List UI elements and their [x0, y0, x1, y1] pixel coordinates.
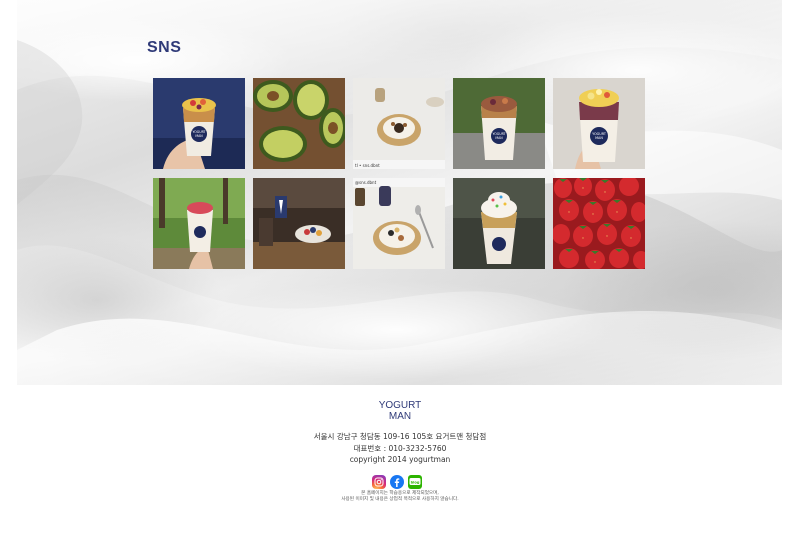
avocado-photo[interactable]: [253, 78, 345, 169]
fruit-yogurt-cup-photo-image: YOGURT MAN: [553, 78, 645, 169]
sns-photo-grid: YOGURT MAN tl • sns.dbnt YOGURT MAN YOGU…: [153, 78, 645, 269]
fruit-yogurt-cup-photo[interactable]: YOGURT MAN: [553, 78, 645, 169]
nut-bowl-photo-image: @sns.dbnt: [353, 178, 445, 269]
logo-text-top: YOGURT: [379, 400, 422, 411]
blog-icon[interactable]: blog: [408, 475, 422, 489]
fig-yogurt-cup-photo-image: YOGURT MAN: [453, 78, 545, 169]
blog-icon-label: blog: [411, 480, 420, 484]
park-yogurt-cup-photo-image: [153, 178, 245, 269]
blog-glyph: blog: [409, 478, 421, 485]
yogurt-cup-photo[interactable]: YOGURT MAN: [153, 78, 245, 169]
sns-section-title: SNS: [147, 39, 182, 56]
sprinkle-yogurt-cup-photo-image: [453, 178, 545, 269]
svg-text:MAN: MAN: [495, 136, 503, 140]
strawberries-photo-image: [553, 178, 645, 269]
instagram-glyph: [374, 477, 384, 487]
fig-yogurt-cup-photo[interactable]: YOGURT MAN: [453, 78, 545, 169]
footer-phone: 대표번호 : 010-3232-5760: [353, 444, 447, 453]
granola-bowl-photo[interactable]: tl • sns.dbnt: [353, 78, 445, 169]
granola-bowl-photo-image: tl • sns.dbnt: [353, 78, 445, 169]
instagram-icon[interactable]: [372, 475, 386, 489]
nut-bowl-photo[interactable]: @sns.dbnt: [353, 178, 445, 269]
footer-note-line-2: 사용된 이미지 및 내용은 상업적 목적으로 사용하지 않습니다.: [341, 497, 459, 502]
strawberries-photo[interactable]: [553, 178, 645, 269]
avocado-photo-image: [253, 78, 345, 169]
svg-text:MAN: MAN: [195, 134, 203, 138]
svg-text:MAN: MAN: [595, 136, 603, 140]
logo-text-bottom: MAN: [389, 411, 411, 422]
yogurtman-logo[interactable]: YOGURT MAN: [374, 398, 426, 422]
shop-interior-photo[interactable]: [253, 178, 345, 269]
park-yogurt-cup-photo[interactable]: [153, 178, 245, 269]
tile-overlay-caption: tl • sns.dbnt: [355, 163, 380, 168]
tile-overlay-caption-2: @sns.dbnt: [355, 180, 377, 185]
social-links: blog: [372, 475, 422, 490]
yogurt-cup-photo-image: YOGURT MAN: [153, 78, 245, 169]
facebook-glyph: [394, 478, 400, 487]
shop-interior-photo-image: [253, 178, 345, 269]
footer-copyright: copyright 2014 yogurtman: [349, 455, 451, 464]
sprinkle-yogurt-cup-photo[interactable]: [453, 178, 545, 269]
footer-address: 서울시 강남구 청담동 109-16 105호 요거트맨 청담점: [313, 432, 487, 441]
facebook-icon[interactable]: [390, 475, 404, 489]
